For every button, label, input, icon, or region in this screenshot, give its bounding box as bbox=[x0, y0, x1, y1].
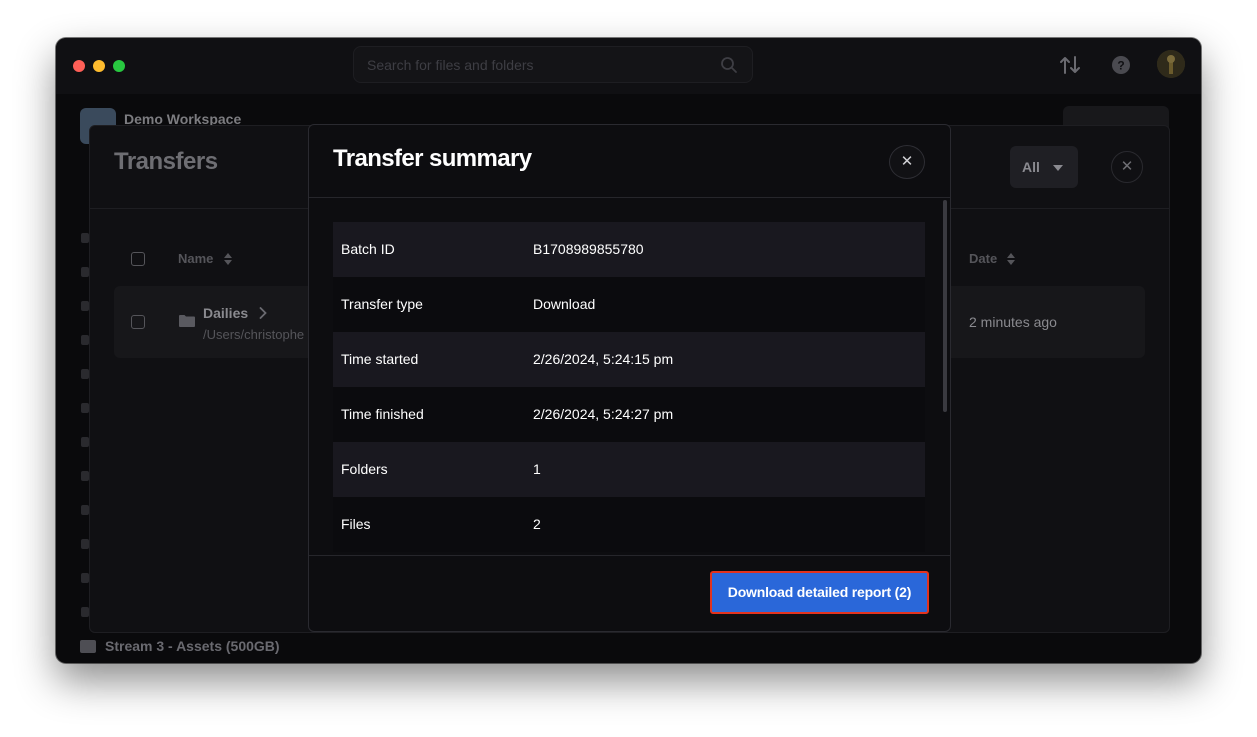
svg-text:?: ? bbox=[1117, 59, 1124, 73]
summary-key: Batch ID bbox=[341, 241, 395, 257]
summary-row: Time started 2/26/2024, 5:24:15 pm bbox=[333, 332, 925, 387]
transfer-arrows-icon[interactable] bbox=[1059, 55, 1081, 80]
summary-value: 2 bbox=[533, 516, 541, 532]
scrollbar-thumb[interactable] bbox=[943, 200, 947, 412]
app-window: Search for files and folders ? Demo Work… bbox=[56, 38, 1201, 663]
chevron-right-icon[interactable] bbox=[259, 307, 267, 319]
sort-icon[interactable] bbox=[1007, 253, 1015, 265]
summary-table: Batch ID B1708989855780 Transfer type Do… bbox=[333, 222, 925, 555]
summary-value: 2/26/2024, 5:24:15 pm bbox=[533, 351, 674, 367]
avatar[interactable] bbox=[1157, 50, 1185, 78]
search-input[interactable]: Search for files and folders bbox=[353, 46, 753, 83]
sidebar-item-icon bbox=[81, 471, 89, 481]
summary-row: Batch ID B1708989855780 bbox=[333, 222, 925, 277]
row-date: 2 minutes ago bbox=[969, 314, 1057, 330]
sidebar-item-icon bbox=[81, 437, 89, 447]
row-path: /Users/christophe bbox=[203, 327, 305, 342]
divider bbox=[309, 555, 950, 556]
close-icon[interactable]: ✕ bbox=[1111, 151, 1143, 183]
row-name[interactable]: Dailies bbox=[203, 305, 248, 321]
summary-key: Time finished bbox=[341, 406, 424, 422]
column-header-name[interactable]: Name bbox=[178, 251, 213, 266]
search-placeholder: Search for files and folders bbox=[367, 57, 534, 73]
summary-value: 2/26/2024, 5:24:27 pm bbox=[533, 406, 674, 422]
download-report-button[interactable]: Download detailed report (2) bbox=[710, 571, 929, 614]
titlebar: Search for files and folders ? bbox=[56, 38, 1201, 94]
summary-row: Transfer type Download bbox=[333, 277, 925, 332]
transfer-summary-modal: Transfer summary ✕ Batch ID B17089898557… bbox=[308, 124, 951, 632]
divider bbox=[309, 197, 950, 198]
close-icon[interactable]: ✕ bbox=[889, 145, 925, 179]
transfer-filter-dropdown[interactable]: All bbox=[1010, 146, 1078, 188]
sidebar-item-icon bbox=[81, 505, 89, 515]
sidebar-item-icon bbox=[81, 301, 89, 311]
sidebar-item-icon bbox=[81, 335, 89, 345]
close-window-button[interactable] bbox=[73, 60, 85, 72]
folder-icon bbox=[179, 315, 195, 327]
summary-key: Files bbox=[341, 516, 371, 532]
column-header-date[interactable]: Date bbox=[969, 251, 997, 266]
sort-icon[interactable] bbox=[224, 253, 232, 265]
summary-row: Folders 1 bbox=[333, 442, 925, 497]
modal-title: Transfer summary bbox=[333, 145, 532, 172]
summary-value: Download bbox=[533, 296, 596, 312]
summary-row: Files 2 bbox=[333, 497, 925, 552]
modal-scrollbar[interactable] bbox=[942, 198, 948, 555]
transfers-title: Transfers bbox=[114, 148, 218, 175]
minimize-window-button[interactable] bbox=[93, 60, 105, 72]
help-icon[interactable]: ? bbox=[1111, 55, 1131, 80]
sidebar-item-icon bbox=[81, 403, 89, 413]
sidebar-item-icon bbox=[81, 369, 89, 379]
zoom-window-button[interactable] bbox=[113, 60, 125, 72]
sidebar-item-icon bbox=[81, 267, 89, 277]
summary-value: 1 bbox=[533, 461, 541, 477]
sidebar-item-icon bbox=[81, 607, 89, 617]
filter-selected: All bbox=[1022, 159, 1040, 175]
select-all-checkbox[interactable] bbox=[131, 252, 145, 266]
summary-value: B1708989855780 bbox=[533, 241, 644, 257]
sidebar-stream-label[interactable]: Stream 3 - Assets (500GB) bbox=[105, 638, 280, 654]
stream-folder-icon bbox=[80, 640, 96, 653]
summary-row: Time finished 2/26/2024, 5:24:27 pm bbox=[333, 387, 925, 442]
sidebar-item-icon bbox=[81, 539, 89, 549]
search-icon[interactable] bbox=[720, 56, 738, 79]
summary-key: Transfer type bbox=[341, 296, 423, 312]
row-checkbox[interactable] bbox=[131, 315, 145, 329]
sidebar-item-icon bbox=[81, 233, 89, 243]
sidebar-item-icon bbox=[81, 573, 89, 583]
summary-key: Folders bbox=[341, 461, 388, 477]
summary-key: Time started bbox=[341, 351, 419, 367]
caret-down-icon bbox=[1053, 165, 1063, 171]
